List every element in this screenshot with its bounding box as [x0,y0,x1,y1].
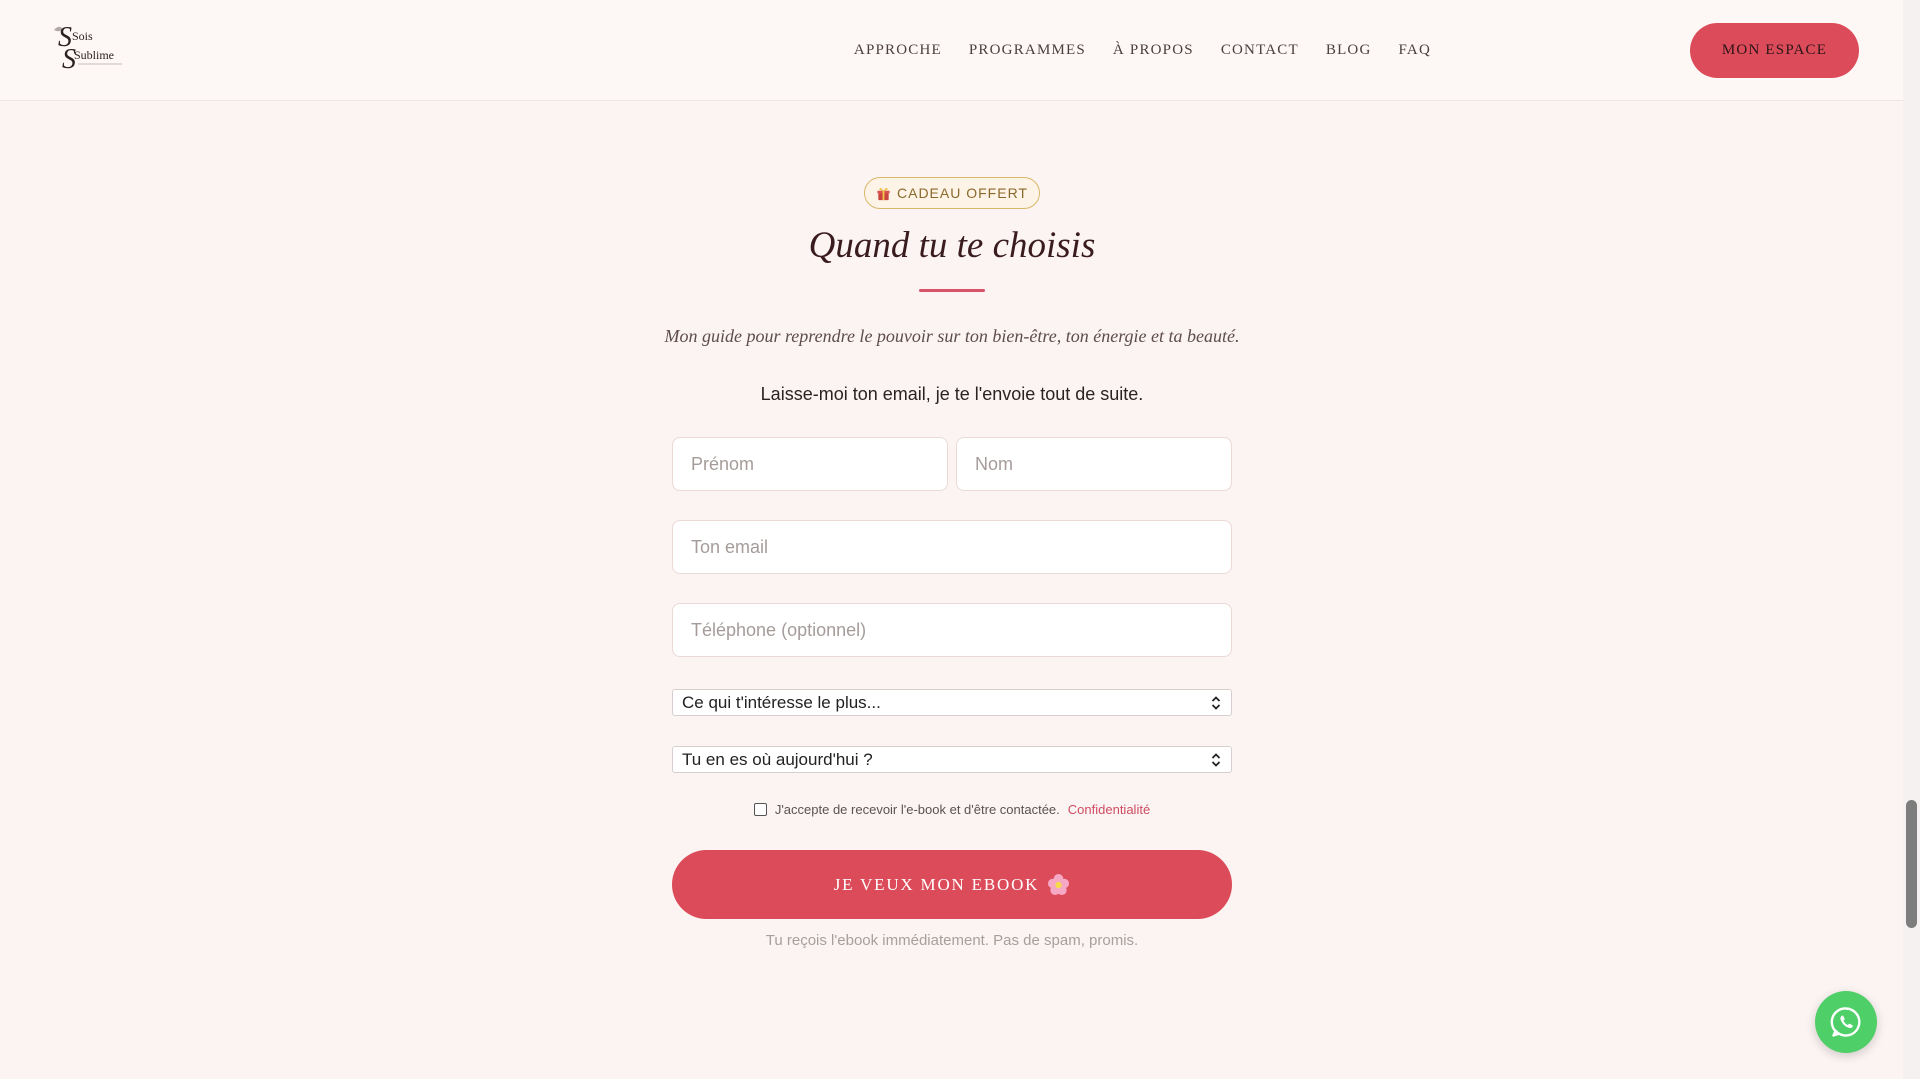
nav-programmes[interactable]: PROGRAMMES [969,42,1086,59]
gift-badge: CADEAU OFFERT [864,177,1040,209]
nav-contact[interactable]: CONTACT [1221,42,1299,59]
page: S Sois S Sublime APPROCHE PROGRAMMES À P… [0,0,1903,1079]
site-header: S Sois S Sublime APPROCHE PROGRAMMES À P… [0,0,1903,101]
consent-row: J'accepte de recevoir l'e-book et d'être… [672,802,1232,817]
scrollbar[interactable] [1903,0,1920,1079]
title-divider [919,289,985,292]
phone-input[interactable] [672,603,1232,657]
nav-faq[interactable]: FAQ [1399,42,1432,59]
logo[interactable]: S Sois S Sublime [50,24,130,72]
stage-select[interactable]: Tu en es où aujourd'hui ? [672,746,1232,773]
section-subtitle: Mon guide pour reprendre le pouvoir sur … [664,326,1240,346]
gift-icon [877,187,890,200]
nav-blog[interactable]: BLOG [1326,42,1372,59]
privacy-link[interactable]: Confidentialité [1068,802,1150,817]
email-input[interactable] [672,520,1232,574]
interest-select-value: Ce qui t'intéresse le plus... [682,692,881,712]
nav-approche[interactable]: APPROCHE [854,42,942,59]
submit-ebook-label: JE VEUX MON EBOOK [833,874,1040,894]
nav-a-propos[interactable]: À PROPOS [1113,42,1194,59]
whatsapp-icon [1830,1007,1861,1037]
updown-chevron-icon [1211,752,1221,767]
first-name-input[interactable] [672,437,948,491]
gift-badge-label: CADEAU OFFERT [897,185,1028,201]
form-intro: Laisse-moi ton email, je te l'envoie tou… [760,384,1144,404]
last-name-input[interactable] [956,437,1232,491]
logo-line2: Sublime [74,48,114,62]
flower-icon [1048,873,1070,896]
interest-select[interactable]: Ce qui t'intéresse le plus... [672,689,1232,716]
scrollbar-thumb[interactable] [1906,800,1917,928]
section-title: Quand tu te choisis [808,225,1096,266]
logo-line1: Sois [72,29,93,43]
submit-ebook-button[interactable]: JE VEUX MON EBOOK [672,850,1232,919]
mon-espace-button[interactable]: MON ESPACE [1690,23,1859,78]
consent-text: J'accepte de recevoir l'e-book et d'être… [774,802,1060,817]
updown-chevron-icon [1211,695,1221,710]
main-nav: APPROCHE PROGRAMMES À PROPOS CONTACT BLO… [854,0,1431,100]
stage-select-value: Tu en es où aujourd'hui ? [682,749,873,769]
whatsapp-button[interactable] [1815,991,1877,1053]
privacy-note: Tu reçois l'ebook immédiatement. Pas de … [765,932,1139,949]
consent-checkbox[interactable] [753,803,767,816]
